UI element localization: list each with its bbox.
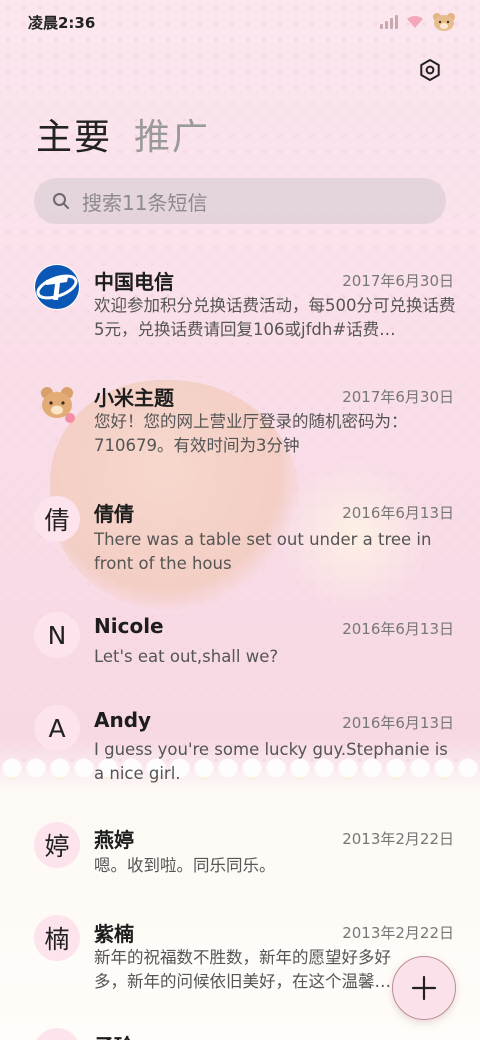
- conversation-name: 小米主题: [94, 386, 174, 410]
- conversation-name: Andy: [94, 708, 152, 732]
- status-bar: 凌晨2:36: [0, 0, 480, 44]
- conversation-date: 2017年6月30日: [342, 388, 454, 406]
- tab-promotions[interactable]: 推广: [134, 108, 210, 160]
- conversation-preview: 欢迎参加积分兑换话费活动，每500分可兑换话费5元，兑换话费请回复106或jfd…: [94, 296, 456, 339]
- china-telecom-logo-icon: [35, 265, 79, 309]
- avatar: A: [34, 705, 80, 751]
- compose-button[interactable]: [392, 956, 456, 1020]
- signal-icon: [380, 15, 398, 29]
- settings-icon: [420, 59, 440, 81]
- status-time: 凌晨2:36: [28, 13, 96, 32]
- conversation-preview: There was a table set out under a tree i…: [94, 530, 432, 573]
- conversation-preview: 嗯。收到啦。同乐同乐。: [94, 856, 276, 875]
- conversation-preview: 新年的祝福数不胜数，新年的愿望好多好多，新年的问候依旧美好，在这个温馨的时刻: [94, 948, 391, 991]
- conversation-date: 2013年2月22日: [342, 830, 454, 848]
- tab-bar: 主要 推广: [36, 108, 210, 160]
- avatar: N: [34, 612, 80, 658]
- search-placeholder: 搜索11条短信: [82, 190, 208, 215]
- conversation-name: 子玲: [94, 1030, 134, 1040]
- rilakkuma-bear-icon: [41, 387, 75, 423]
- conversation-name: Nicole: [94, 614, 164, 638]
- conversation-preview: 您好！您的网上营业厅登录的随机密码为：710679。有效时间为3分钟: [94, 412, 408, 455]
- avatar: [34, 1028, 80, 1040]
- tab-primary[interactable]: 主要: [36, 108, 112, 160]
- avatar: [34, 264, 80, 310]
- avatar: 倩: [34, 496, 80, 542]
- search-bar[interactable]: 搜索11条短信: [34, 178, 446, 224]
- conversation-name: 倩倩: [94, 502, 134, 526]
- conversation-date: 2013年2月22日: [342, 924, 454, 942]
- wifi-icon: [407, 15, 423, 28]
- conversation-name: 紫楠: [94, 922, 134, 946]
- search-icon: [53, 193, 69, 209]
- conversation-date: 2016年6月13日: [342, 714, 454, 732]
- conversation-date: 2016年6月13日: [342, 620, 454, 638]
- conversation-name: 中国电信: [94, 270, 174, 294]
- avatar: [34, 380, 80, 426]
- status-icons: [380, 12, 456, 32]
- conversation-name: 燕婷: [94, 828, 134, 852]
- conversation-preview: I guess you're some lucky guy.Stephanie …: [94, 740, 448, 783]
- plus-icon: [411, 975, 437, 1001]
- avatar: 婷: [34, 822, 80, 868]
- conversation-date: 2016年6月13日: [342, 504, 454, 522]
- conversation-preview: Let's eat out,shall we?: [94, 647, 279, 666]
- avatar: 楠: [34, 915, 80, 961]
- conversation-date: 2017年6月30日: [342, 272, 454, 290]
- settings-button[interactable]: [414, 54, 446, 86]
- bear-face-icon: [433, 13, 455, 31]
